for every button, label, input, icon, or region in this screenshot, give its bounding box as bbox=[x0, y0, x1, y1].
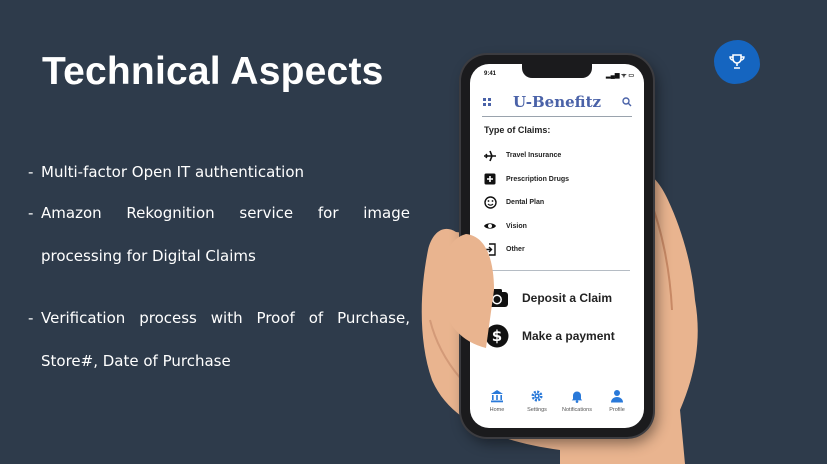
bullet-marker: - bbox=[28, 309, 34, 327]
smile-icon bbox=[482, 196, 498, 210]
bullet-marker: - bbox=[28, 204, 34, 222]
app-title: U-Benefitz bbox=[512, 93, 602, 111]
deposit-claim-button[interactable]: Deposit a Claim bbox=[484, 285, 612, 311]
slide: Technical Aspects - Multi-factor Open IT… bbox=[0, 0, 827, 464]
bullet-item: - Verification process with Proof of Pur… bbox=[28, 297, 410, 383]
thumb-illustration bbox=[440, 234, 494, 348]
claims-heading: Type of Claims: bbox=[484, 125, 551, 135]
app-header: U-Benefitz bbox=[482, 92, 632, 117]
bank-icon bbox=[490, 389, 504, 403]
bullet-text: Amazon Rekognition service for image pro… bbox=[41, 204, 410, 265]
tab-label: Settings bbox=[527, 407, 547, 413]
claim-label: Other bbox=[506, 246, 525, 254]
status-indicators: ▂▄▆ ᯤ ▭ bbox=[606, 73, 634, 79]
action-label: Deposit a Claim bbox=[522, 291, 613, 305]
tab-notifications[interactable]: Notifications bbox=[558, 389, 596, 413]
bottom-tab-bar: Home Settings Notifications Profile bbox=[478, 389, 636, 413]
claim-travel-insurance[interactable]: Travel Insurance bbox=[482, 144, 632, 168]
tab-label: Profile bbox=[609, 407, 625, 413]
claim-label: Prescription Drugs bbox=[506, 175, 570, 183]
airplane-icon bbox=[482, 149, 498, 163]
bell-icon bbox=[570, 389, 584, 403]
bullet-marker: - bbox=[28, 163, 34, 181]
tab-home[interactable]: Home bbox=[478, 389, 516, 413]
tab-profile[interactable]: Profile bbox=[598, 389, 636, 413]
tab-label: Notifications bbox=[562, 407, 592, 413]
tab-settings[interactable]: Settings bbox=[518, 389, 556, 413]
claim-prescription-drugs[interactable]: Prescription Drugs bbox=[482, 168, 632, 192]
bullet-list: - Multi-factor Open IT authentication - … bbox=[28, 158, 410, 402]
person-icon bbox=[610, 389, 624, 403]
plus-square-icon bbox=[482, 172, 498, 186]
claim-dental-plan[interactable]: Dental Plan bbox=[482, 191, 632, 215]
bullet-item: - Multi-factor Open IT authentication bbox=[28, 158, 410, 186]
claim-vision[interactable]: Vision bbox=[482, 215, 632, 239]
trophy-icon bbox=[729, 54, 745, 69]
slide-title: Technical Aspects bbox=[42, 50, 384, 93]
claim-type-list: Travel Insurance Prescription Drugs Dent… bbox=[482, 144, 632, 262]
status-time: 9:41 bbox=[484, 71, 497, 77]
claim-label: Dental Plan bbox=[506, 199, 545, 207]
claim-label: Vision bbox=[506, 222, 527, 230]
trophy-badge bbox=[714, 40, 760, 84]
status-bar: 9:41 ▂▄▆ ᯤ ▭ bbox=[484, 71, 634, 79]
bullet-item: - Amazon Rekognition service for image p… bbox=[28, 192, 410, 278]
bullet-text: Multi-factor Open IT authentication bbox=[41, 163, 305, 181]
bullet-text: Verification process with Proof of Purch… bbox=[41, 309, 410, 370]
claim-label: Travel Insurance bbox=[506, 152, 562, 160]
search-icon[interactable] bbox=[622, 97, 632, 107]
tab-label: Home bbox=[489, 407, 505, 413]
phone-screen: 9:41 ▂▄▆ ᯤ ▭ U-Benefitz Type of Claims: bbox=[470, 64, 644, 428]
gear-icon bbox=[530, 389, 544, 403]
divider bbox=[484, 270, 630, 271]
grid-icon[interactable] bbox=[482, 97, 492, 107]
make-payment-button[interactable]: $ Make a payment bbox=[484, 323, 615, 349]
claim-other[interactable]: Other bbox=[482, 238, 632, 262]
action-label: Make a payment bbox=[522, 329, 615, 343]
